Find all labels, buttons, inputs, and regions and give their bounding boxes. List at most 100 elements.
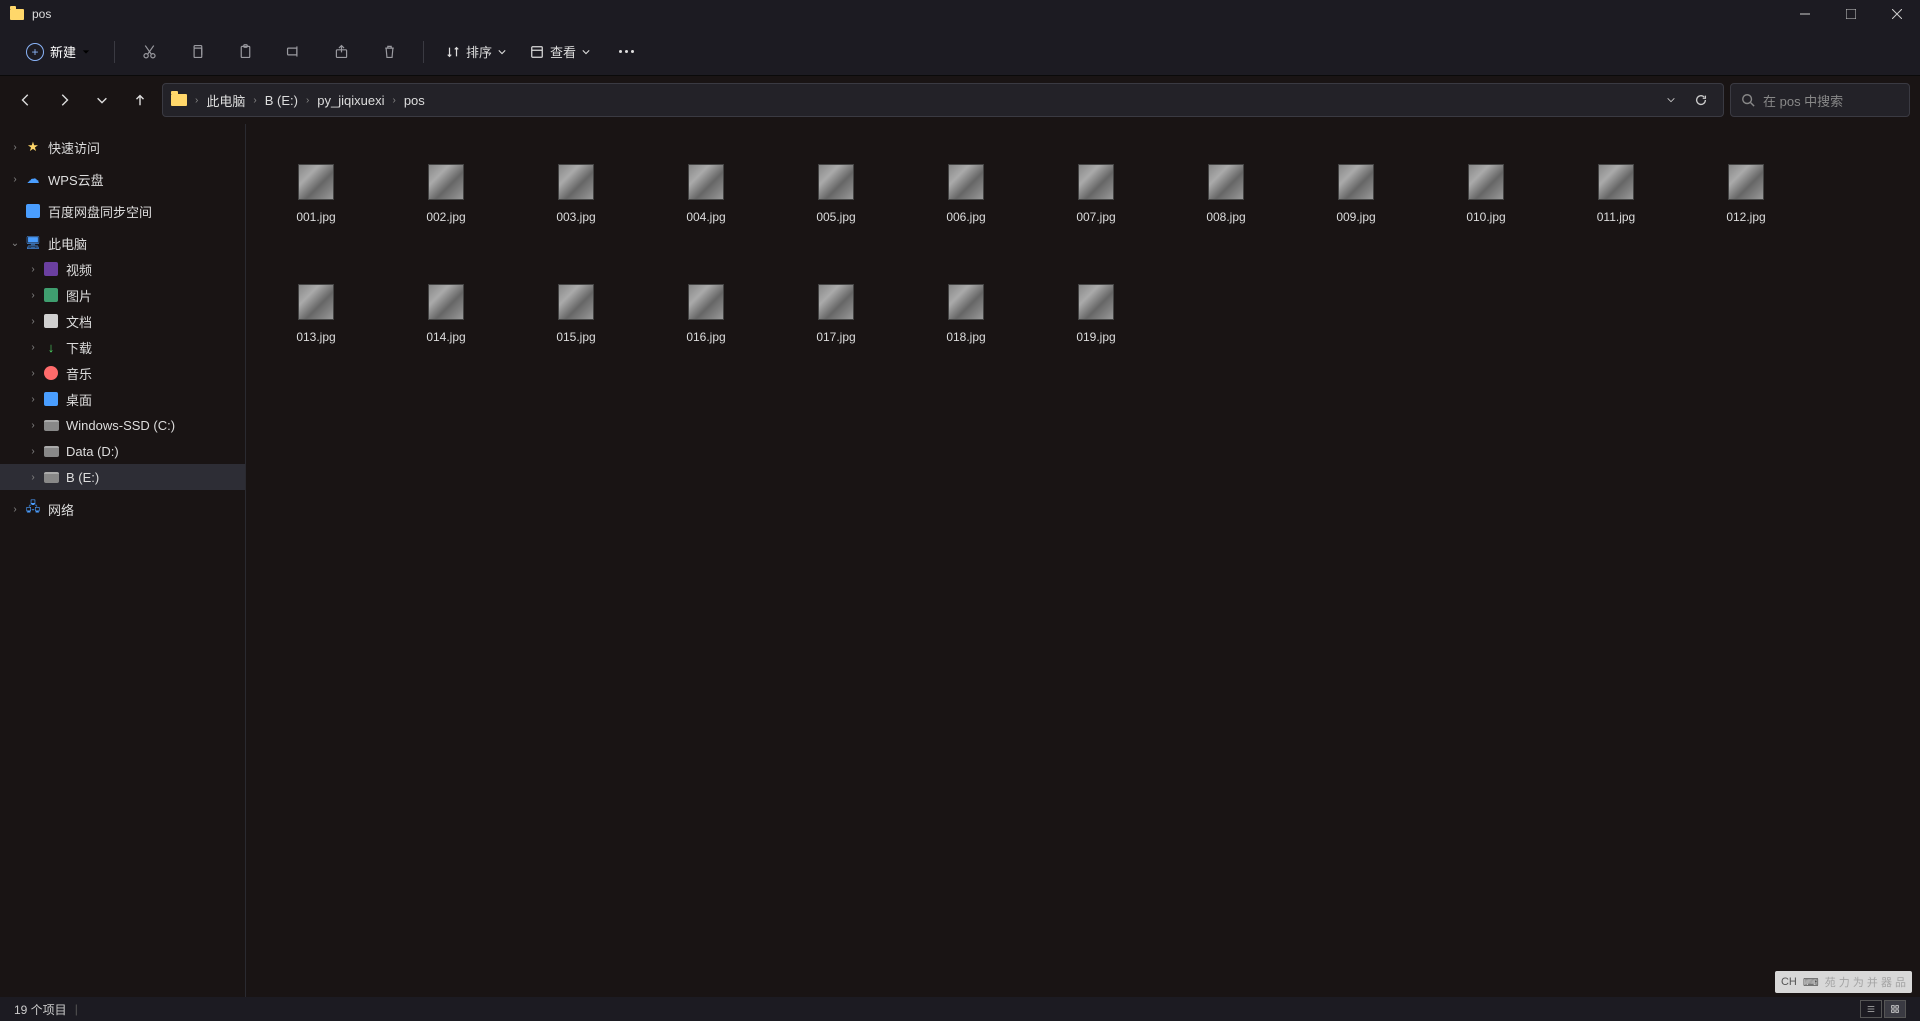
- file-pane[interactable]: 001.jpg 002.jpg 003.jpg 004.jpg 005.jpg 006.j…: [246, 124, 1920, 997]
- file-thumbnail: [1728, 164, 1764, 200]
- address-dropdown[interactable]: [1657, 86, 1685, 114]
- file-thumbnail: [1598, 164, 1634, 200]
- file-name: 004.jpg: [686, 210, 725, 224]
- file-item[interactable]: 005.jpg: [806, 164, 866, 224]
- delete-button[interactable]: [369, 36, 409, 68]
- toolbar: + 新建 排序 查看: [0, 28, 1920, 76]
- file-name: 017.jpg: [816, 330, 855, 344]
- file-item[interactable]: 011.jpg: [1586, 164, 1646, 224]
- file-item[interactable]: 001.jpg: [286, 164, 346, 224]
- forward-button[interactable]: [48, 84, 80, 116]
- sidebar-item-music[interactable]: ›音乐: [0, 360, 245, 386]
- file-item[interactable]: 013.jpg: [286, 284, 346, 344]
- new-button[interactable]: + 新建: [16, 38, 100, 65]
- sidebar-item-pc[interactable]: ⌄🖥此电脑: [0, 230, 245, 256]
- file-name: 001.jpg: [296, 210, 335, 224]
- file-item[interactable]: 002.jpg: [416, 164, 476, 224]
- plus-icon: +: [26, 43, 44, 61]
- file-thumbnail: [948, 164, 984, 200]
- copy-button[interactable]: [177, 36, 217, 68]
- address-bar[interactable]: › 此电脑 › B (E:) › py_jiqixuexi › pos: [162, 83, 1724, 117]
- breadcrumb-item[interactable]: py_jiqixuexi: [313, 91, 388, 110]
- file-item[interactable]: 015.jpg: [546, 284, 606, 344]
- breadcrumb-item[interactable]: pos: [400, 91, 429, 110]
- new-label: 新建: [50, 42, 76, 61]
- file-name: 008.jpg: [1206, 210, 1245, 224]
- breadcrumb-item[interactable]: B (E:): [261, 91, 302, 110]
- file-name: 018.jpg: [946, 330, 985, 344]
- file-item[interactable]: 017.jpg: [806, 284, 866, 344]
- file-item[interactable]: 006.jpg: [936, 164, 996, 224]
- file-name: 005.jpg: [816, 210, 855, 224]
- file-item[interactable]: 008.jpg: [1196, 164, 1256, 224]
- search-input[interactable]: 在 pos 中搜索: [1730, 83, 1910, 117]
- file-thumbnail: [558, 164, 594, 200]
- sidebar-item-pictures[interactable]: ›图片: [0, 282, 245, 308]
- file-item[interactable]: 019.jpg: [1066, 284, 1126, 344]
- file-item[interactable]: 012.jpg: [1716, 164, 1776, 224]
- recent-dropdown[interactable]: [86, 84, 118, 116]
- file-thumbnail: [298, 284, 334, 320]
- sidebar-item-desktop[interactable]: ›桌面: [0, 386, 245, 412]
- file-name: 006.jpg: [946, 210, 985, 224]
- file-item[interactable]: 004.jpg: [676, 164, 736, 224]
- file-item[interactable]: 018.jpg: [936, 284, 996, 344]
- sidebar-item-network[interactable]: ›🖧网络: [0, 496, 245, 522]
- chevron-right-icon: ›: [392, 95, 395, 106]
- share-button[interactable]: [321, 36, 361, 68]
- sidebar-item-drive-d[interactable]: ›Data (D:): [0, 438, 245, 464]
- file-thumbnail: [558, 284, 594, 320]
- sidebar-item-quick[interactable]: ›★快速访问: [0, 134, 245, 160]
- icons-view-button[interactable]: [1884, 1000, 1906, 1018]
- ime-lang: CH: [1781, 976, 1797, 988]
- sort-label: 排序: [466, 42, 492, 61]
- file-thumbnail: [1338, 164, 1374, 200]
- file-item[interactable]: 016.jpg: [676, 284, 736, 344]
- ime-bar[interactable]: CH ⌨ 苑 力 为 并 器 品: [1775, 971, 1912, 993]
- file-item[interactable]: 009.jpg: [1326, 164, 1386, 224]
- sidebar-item-wps[interactable]: ›☁WPS云盘: [0, 166, 245, 192]
- file-thumbnail: [688, 164, 724, 200]
- back-button[interactable]: [10, 84, 42, 116]
- view-dropdown[interactable]: 查看: [522, 38, 598, 65]
- file-thumbnail: [298, 164, 334, 200]
- more-button[interactable]: [606, 36, 646, 68]
- up-button[interactable]: [124, 84, 156, 116]
- file-thumbnail: [688, 284, 724, 320]
- sidebar-item-drive-e[interactable]: ›B (E:): [0, 464, 245, 490]
- paste-button[interactable]: [225, 36, 265, 68]
- cut-button[interactable]: [129, 36, 169, 68]
- sidebar-item-video[interactable]: ›视频: [0, 256, 245, 282]
- item-count: 19 个项目: [14, 1001, 67, 1018]
- file-item[interactable]: 003.jpg: [546, 164, 606, 224]
- file-item[interactable]: 010.jpg: [1456, 164, 1516, 224]
- sidebar-item-documents[interactable]: ›文档: [0, 308, 245, 334]
- file-item[interactable]: 007.jpg: [1066, 164, 1126, 224]
- file-name: 010.jpg: [1466, 210, 1505, 224]
- rename-button[interactable]: [273, 36, 313, 68]
- file-name: 015.jpg: [556, 330, 595, 344]
- file-item[interactable]: 014.jpg: [416, 284, 476, 344]
- refresh-button[interactable]: [1687, 86, 1715, 114]
- minimize-button[interactable]: [1782, 0, 1828, 28]
- file-name: 012.jpg: [1726, 210, 1765, 224]
- sidebar-item-baidu[interactable]: 百度网盘同步空间: [0, 198, 245, 224]
- sidebar-item-downloads[interactable]: ›↓下载: [0, 334, 245, 360]
- close-button[interactable]: [1874, 0, 1920, 28]
- chevron-right-icon: ›: [306, 95, 309, 106]
- folder-icon: [10, 9, 24, 20]
- breadcrumb-item[interactable]: 此电脑: [202, 89, 249, 112]
- file-name: 014.jpg: [426, 330, 465, 344]
- file-name: 002.jpg: [426, 210, 465, 224]
- file-thumbnail: [818, 284, 854, 320]
- folder-icon: [171, 94, 187, 106]
- sort-dropdown[interactable]: 排序: [438, 38, 514, 65]
- file-name: 013.jpg: [296, 330, 335, 344]
- search-placeholder: 在 pos 中搜索: [1763, 91, 1843, 110]
- file-thumbnail: [1208, 164, 1244, 200]
- file-thumbnail: [818, 164, 854, 200]
- sidebar-item-drive-c[interactable]: ›Windows-SSD (C:): [0, 412, 245, 438]
- maximize-button[interactable]: [1828, 0, 1874, 28]
- details-view-button[interactable]: [1860, 1000, 1882, 1018]
- file-name: 019.jpg: [1076, 330, 1115, 344]
